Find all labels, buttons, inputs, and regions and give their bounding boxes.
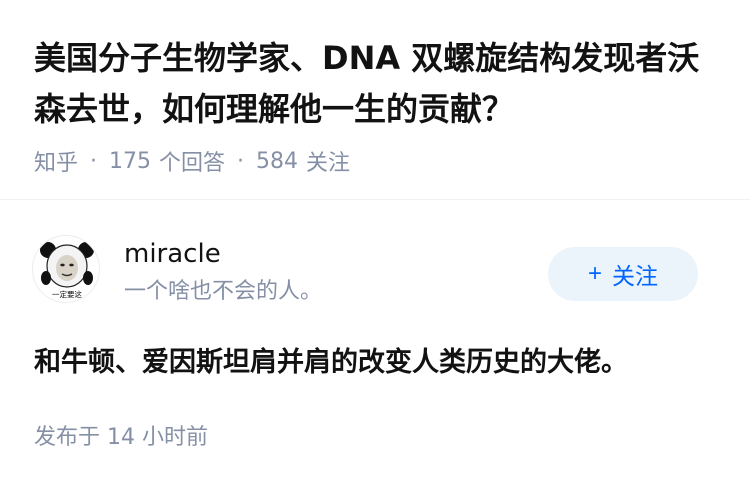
question-header: 美国分子生物学家、DNA 双螺旋结构发现者沃森去世，如何理解他一生的贡献？ 知乎… — [0, 0, 750, 200]
panda-meme-avatar-icon: 一定要这 — [33, 236, 99, 302]
answer-card: 一定要这 miracle 一个啥也不会的人。 + 关注 和牛顿、爱因斯坦肩并肩的… — [0, 201, 750, 490]
separator-dot: · — [90, 148, 98, 174]
follower-count: 584 — [256, 148, 299, 174]
zhihu-answer-page: 美国分子生物学家、DNA 双螺旋结构发现者沃森去世，如何理解他一生的贡献？ 知乎… — [0, 0, 750, 490]
answer-content[interactable]: 和牛顿、爱因斯坦肩并肩的改变人类历史的大佬。 — [34, 343, 724, 383]
follow-button-label: 关注 — [612, 263, 658, 289]
question-meta: 知乎 · 175 个回答 · 584 关注 — [34, 144, 350, 178]
answer-count-label: 个回答 — [159, 151, 226, 176]
published-time: 发布于 14 小时前 — [34, 425, 208, 450]
plus-icon: + — [587, 260, 602, 287]
separator-dot: · — [237, 148, 245, 174]
author-name[interactable]: miracle — [124, 237, 221, 271]
follow-button[interactable]: + 关注 — [548, 247, 698, 301]
avatar-caption: 一定要这 — [52, 289, 82, 299]
avatar[interactable]: 一定要这 — [32, 235, 100, 303]
follower-count-label: 关注 — [306, 151, 351, 176]
question-title[interactable]: 美国分子生物学家、DNA 双螺旋结构发现者沃森去世，如何理解他一生的贡献？ — [34, 33, 724, 135]
author-bio: 一个啥也不会的人。 — [124, 279, 323, 304]
source-label[interactable]: 知乎 — [34, 145, 78, 177]
answer-count: 175 — [109, 148, 152, 174]
